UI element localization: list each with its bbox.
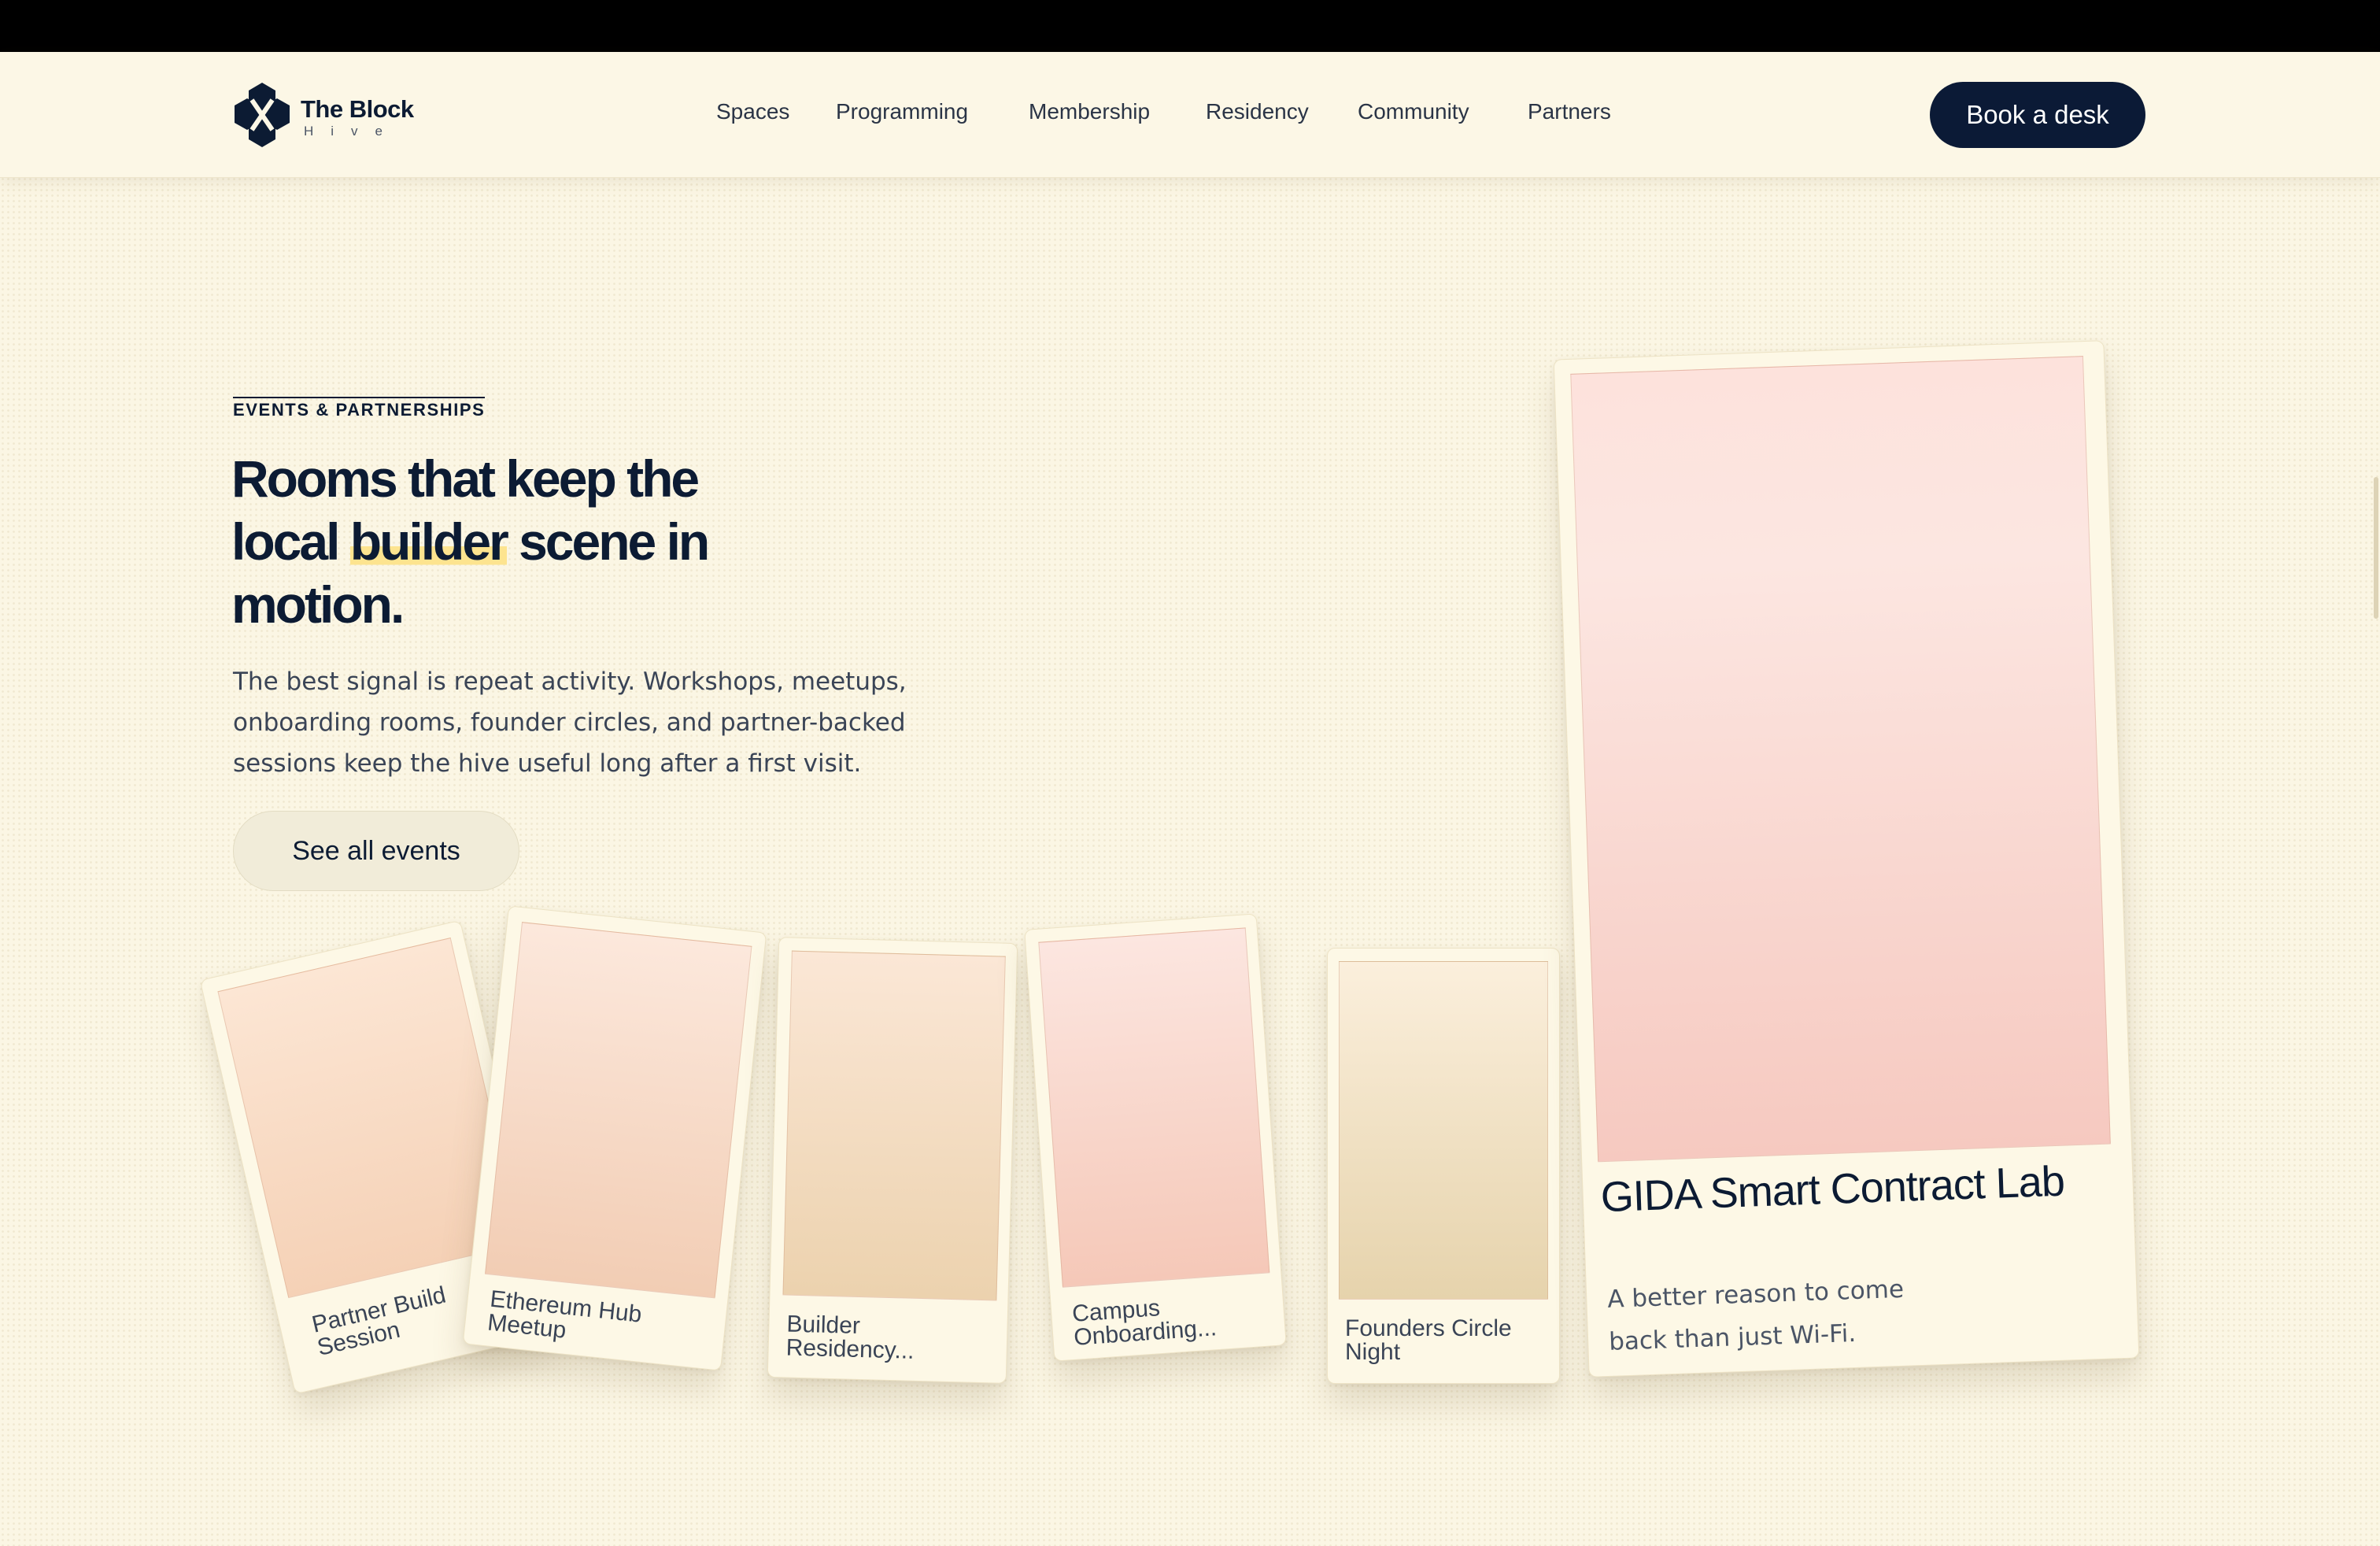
see-all-events-button[interactable]: See all events [233,811,519,891]
nav-programming[interactable]: Programming [836,99,968,124]
section-lead: The best signal is repeat activity. Work… [233,668,907,778]
event-caption: Builder Residency... [785,1311,915,1364]
nav-residency[interactable]: Residency [1206,99,1309,124]
event-photo [1339,961,1548,1300]
featured-event-subtitle: A better reason to come back than just W… [1606,1274,1905,1356]
nav-community[interactable]: Community [1358,99,1469,124]
event-caption: Ethereum Hub Meetup [486,1285,643,1344]
featured-event-title: GIDA Smart Contract Lab [1599,1157,2065,1222]
book-desk-button[interactable]: Book a desk [1930,82,2145,148]
event-card[interactable]: Builder Residency... [767,937,1018,1384]
brand-logo[interactable]: The Block Hive [231,81,420,149]
hexagon-logo-icon [235,83,290,147]
event-card[interactable]: Ethereum Hub Meetup [462,905,767,1371]
featured-event-card[interactable]: GIDA Smart Contract Lab A better reason … [1553,340,2140,1378]
section-eyebrow: EVENTS & PARTNERSHIPS [233,397,486,420]
event-caption: Founders Circle Night [1345,1315,1512,1365]
event-caption: Campus Onboarding... [1071,1295,1218,1351]
top-black-bar [0,0,2380,52]
site-header: The Block Hive Spaces Programming Member… [0,52,2380,178]
featured-event-photo [1570,356,2111,1163]
event-photo [485,922,752,1299]
scrollbar-thumb[interactable] [2374,477,2378,619]
section-headline: Rooms that keep the local builder scene … [231,447,735,636]
nav-membership[interactable]: Membership [1029,99,1150,124]
brand-subname: Hive [304,124,401,139]
event-card[interactable]: Campus Onboarding... [1024,913,1287,1362]
headline-highlight: builder [349,512,509,571]
nav-spaces[interactable]: Spaces [716,99,789,124]
event-card[interactable]: Founders Circle Night [1327,948,1560,1384]
nav-partners[interactable]: Partners [1528,99,1611,124]
brand-name: The Block [301,95,414,123]
event-photo [1038,927,1270,1288]
event-photo [782,950,1006,1301]
